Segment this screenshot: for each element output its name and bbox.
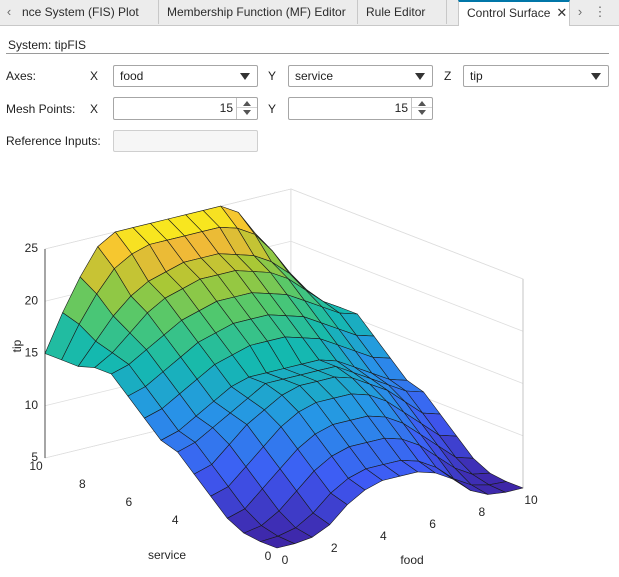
tab-label: Control Surface: [467, 6, 551, 20]
control-surface-plot[interactable]: 5101520250246810046810foodservicetip: [0, 160, 619, 577]
x-axis-value: food: [120, 69, 144, 83]
mesh-points-label: Mesh Points:: [6, 102, 76, 116]
reference-inputs-field[interactable]: [113, 130, 258, 152]
tab-fis-plot[interactable]: nce System (FIS) Plot: [14, 0, 159, 24]
axes-label: Axes:: [6, 69, 37, 83]
x-tick-label: 4: [380, 529, 387, 543]
y-tick-label: 8: [79, 477, 86, 491]
divider: [6, 53, 609, 54]
axes-y-letter: Y: [268, 69, 277, 83]
axes-x-letter: X: [90, 69, 99, 83]
x-axis-title: food: [400, 553, 423, 567]
tab-strip: ‹ nce System (FIS) Plot Membership Funct…: [0, 0, 619, 26]
z-axis-title: tip: [10, 339, 24, 352]
system-label: System: tipFIS: [8, 38, 87, 52]
decrement-icon[interactable]: [237, 108, 257, 118]
close-icon[interactable]: ✕: [556, 5, 567, 20]
tab-label: Rule Editor: [366, 5, 426, 19]
x-tick-label: 6: [429, 517, 436, 531]
spinner-arrows: [411, 98, 432, 119]
mesh-y-value: 15: [394, 101, 408, 115]
y-axis-dropdown[interactable]: service: [288, 65, 433, 87]
mesh-x-spinner[interactable]: 15: [113, 97, 258, 120]
y-axis-title: service: [148, 548, 186, 562]
x-tick-label: 0: [282, 553, 289, 567]
chevron-down-icon: [415, 73, 425, 80]
z-tick-label: 15: [25, 346, 39, 360]
mesh-x-value: 15: [219, 101, 233, 115]
chevron-right-icon[interactable]: ›: [571, 0, 589, 24]
y-axis-value: service: [295, 69, 334, 83]
spinner-arrows: [236, 98, 257, 119]
z-tick-label: 10: [25, 398, 39, 412]
mesh-y-spinner[interactable]: 15: [288, 97, 433, 120]
tab-rule-editor[interactable]: Rule Editor: [358, 0, 447, 24]
reference-inputs-label: Reference Inputs:: [6, 134, 101, 148]
tab-control-surface[interactable]: Control Surface ✕: [458, 0, 570, 26]
increment-icon[interactable]: [237, 98, 257, 108]
chevron-down-icon: [240, 73, 250, 80]
y-tick-label: 0: [265, 549, 272, 563]
vertical-ellipsis-icon[interactable]: ⋮: [590, 0, 610, 24]
z-axis-dropdown[interactable]: tip: [463, 65, 609, 87]
mesh-x-letter: X: [90, 102, 99, 116]
y-tick-label: 4: [172, 513, 179, 527]
increment-icon[interactable]: [412, 98, 432, 108]
tab-label: Membership Function (MF) Editor: [167, 5, 346, 19]
axes-z-letter: Z: [444, 69, 452, 83]
x-tick-label: 8: [478, 505, 485, 519]
decrement-icon[interactable]: [412, 108, 432, 118]
z-tick-label: 25: [25, 241, 39, 255]
z-axis-value: tip: [470, 69, 483, 83]
x-tick-label: 10: [524, 493, 538, 507]
x-tick-label: 2: [331, 541, 338, 555]
y-tick-label: 10: [29, 459, 43, 473]
chevron-down-icon: [591, 73, 601, 80]
tab-mf-editor[interactable]: Membership Function (MF) Editor: [159, 0, 358, 24]
x-axis-dropdown[interactable]: food: [113, 65, 258, 87]
y-tick-label: 6: [125, 495, 132, 509]
tab-label: nce System (FIS) Plot: [22, 5, 139, 19]
z-tick-label: 20: [25, 293, 39, 307]
mesh-y-letter: Y: [268, 102, 277, 116]
